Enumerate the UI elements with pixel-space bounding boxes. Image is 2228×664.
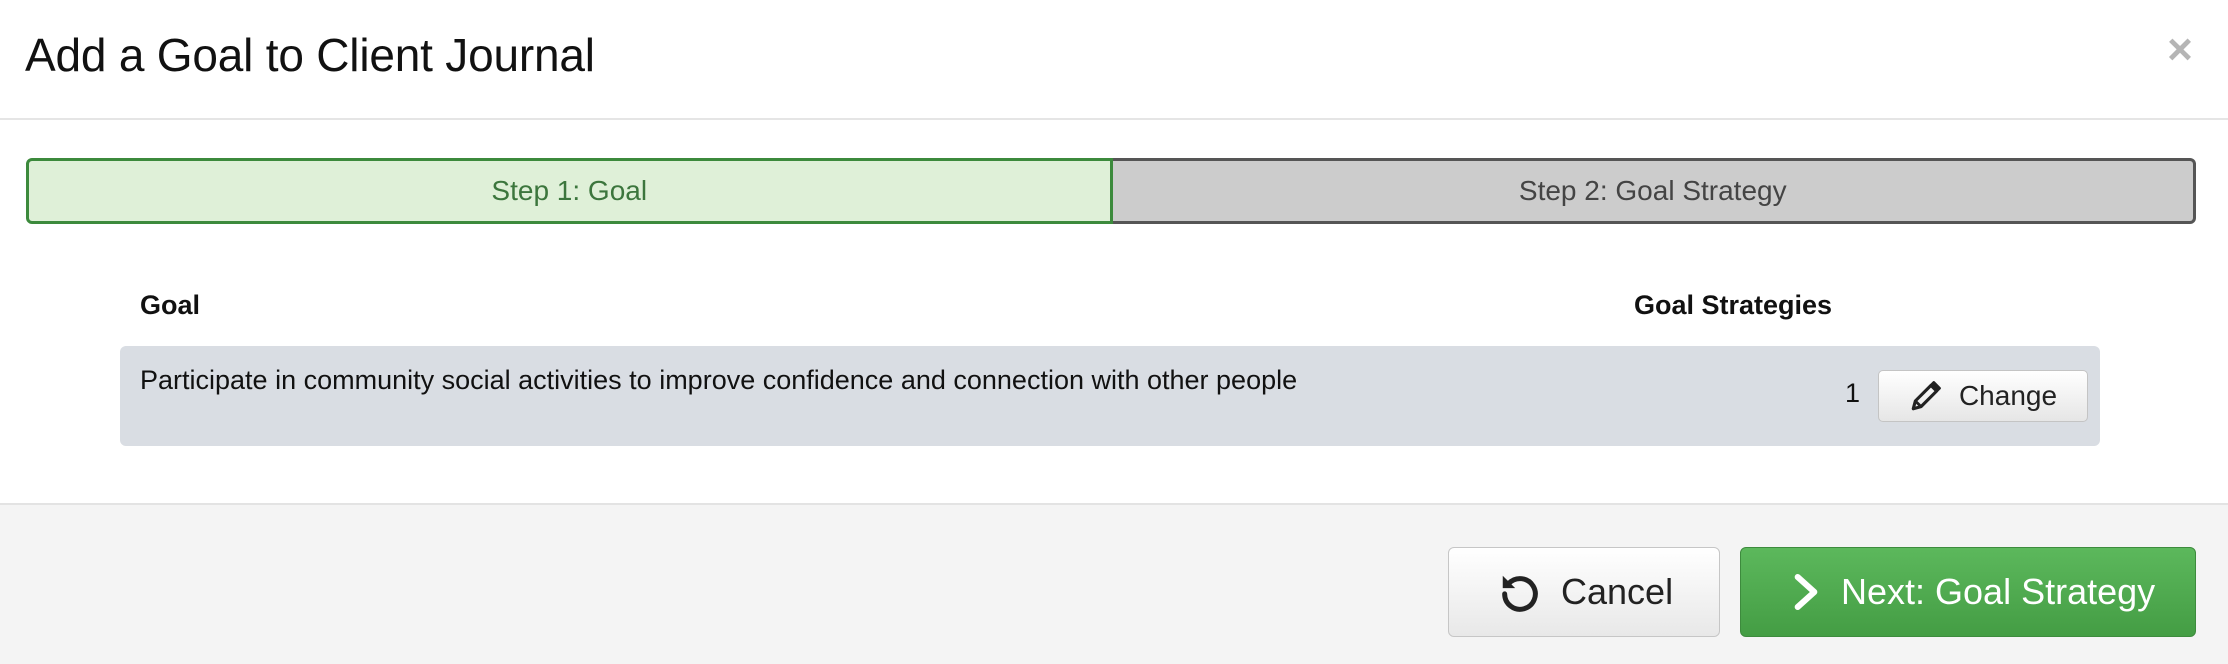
change-button[interactable]: Change: [1878, 370, 2088, 422]
next-button-label: Next: Goal Strategy: [1841, 571, 2156, 612]
cancel-button[interactable]: Cancel: [1448, 547, 1720, 637]
next-goal-strategy-button[interactable]: Next: Goal Strategy: [1740, 547, 2196, 637]
column-header-goal: Goal: [140, 290, 201, 320]
undo-icon: [1502, 575, 1538, 612]
table-row: Participate in community social activiti…: [120, 346, 2100, 446]
wizard-steps: Step 1: Goal Step 2: Goal Strategy: [26, 158, 2196, 224]
step-goal[interactable]: Step 1: Goal: [26, 158, 1113, 224]
close-icon[interactable]: ×: [2160, 28, 2200, 72]
goal-text: Participate in community social activiti…: [140, 365, 1298, 395]
modal-header: Add a Goal to Client Journal ×: [0, 0, 2228, 120]
modal-title: Add a Goal to Client Journal: [25, 29, 595, 81]
pencil-icon: [1911, 381, 1941, 411]
goal-strategies-count: 1: [1844, 378, 1860, 408]
modal-footer: Cancel Next: Goal Strategy: [0, 503, 2228, 664]
change-button-label: Change: [1958, 380, 2058, 411]
add-goal-modal: Add a Goal to Client Journal × Step 1: G…: [0, 0, 2228, 664]
column-header-goal-strategies: Goal Strategies: [1634, 290, 1833, 320]
cancel-button-label: Cancel: [1561, 571, 1674, 612]
chevron-right-icon: [1794, 574, 1818, 610]
step-goal-strategy[interactable]: Step 2: Goal Strategy: [1112, 158, 2196, 224]
